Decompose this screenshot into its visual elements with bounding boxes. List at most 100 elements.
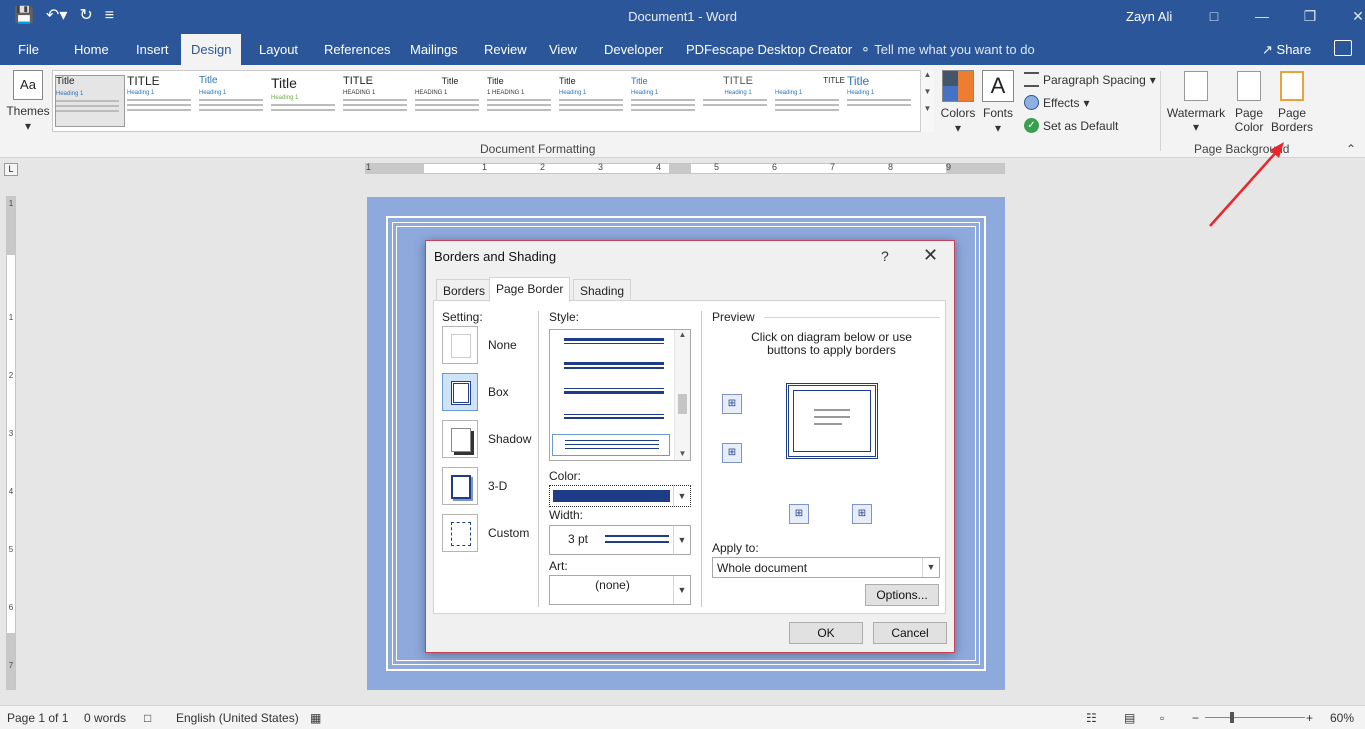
tab-selector[interactable]: L [4,163,18,176]
setting-label: Setting: [442,310,483,324]
scroll-thumb[interactable] [678,394,687,414]
zoom-slider-thumb[interactable] [1230,712,1234,723]
art-dropdown[interactable]: (none) ▼ [549,575,691,605]
ok-button[interactable]: OK [789,622,863,644]
zoom-level[interactable]: 60% [1330,711,1354,725]
horizontal-ruler[interactable]: 1 1 2 3 4 5 6 7 8 9 [365,162,1005,174]
style-option[interactable] [564,362,664,369]
chevron-up-icon[interactable]: ▲ [921,70,934,79]
bottom-border-button[interactable]: ⊞ [722,443,742,463]
collapse-ribbon-icon[interactable]: ⌃ [1346,142,1356,156]
comments-icon[interactable] [1334,40,1352,56]
print-layout-icon[interactable]: ▤ [1124,711,1135,725]
options-button[interactable]: Options... [865,584,939,606]
vertical-ruler[interactable]: 1 1 2 3 4 5 6 7 [6,196,16,690]
style-set-item[interactable]: Title HEADING 1 [415,75,485,127]
chevron-down-icon[interactable]: ▼ [922,558,939,577]
zoom-in-icon[interactable]: + [1306,711,1313,725]
themes-button[interactable]: Aa Themes ▾ [6,70,50,134]
minimize-icon[interactable]: — [1238,0,1286,32]
gallery-scrollbar[interactable]: ▲ ▼ ▼ [920,70,934,132]
style-set-item[interactable]: Title Heading 1 [631,75,701,127]
tab-mailings[interactable]: Mailings [400,34,468,65]
zoom-slider[interactable] [1205,712,1305,723]
share-button[interactable]: ↗ Share [1262,34,1311,65]
preview-diagram[interactable] [786,383,878,459]
watermark-button[interactable]: Watermark ▾ [1166,71,1226,134]
tab-view[interactable]: View [539,34,587,65]
read-mode-icon[interactable]: ☷ [1086,711,1097,725]
chevron-down-icon[interactable]: ▼ [673,576,690,604]
chevron-down-icon[interactable]: ▼ [921,87,934,96]
cancel-button[interactable]: Cancel [873,622,947,644]
tab-pdfescape[interactable]: PDFescape Desktop Creator [676,34,862,65]
tab-insert[interactable]: Insert [126,34,179,65]
tab-file[interactable]: File [8,34,49,65]
web-layout-icon[interactable]: ▫ [1160,711,1164,725]
style-set-item[interactable]: Title Heading 1 [847,75,917,127]
chevron-down-icon[interactable]: ▼ [675,449,690,458]
tell-me-box[interactable]: ⚬ Tell me what you want to do [860,34,1035,65]
setting-none[interactable]: None [442,326,517,364]
restore-icon[interactable]: ❐ [1286,0,1334,32]
style-option[interactable] [564,388,664,394]
paragraph-spacing-button[interactable]: Paragraph Spacing ▾ [1024,72,1156,87]
style-listbox[interactable]: ▲ ▼ [549,329,691,461]
setting-box[interactable]: Box [442,373,509,411]
macro-icon[interactable]: ▦ [310,711,321,725]
close-icon[interactable]: ✕ [923,245,938,266]
tab-borders[interactable]: Borders [436,279,493,301]
tab-design[interactable]: Design [181,34,241,65]
user-name[interactable]: Zayn Ali [1126,9,1172,24]
color-dropdown[interactable]: ▼ [549,485,691,507]
page-color-button[interactable]: Page Color [1228,71,1270,134]
proofing-icon[interactable]: □ [144,711,151,725]
language[interactable]: English (United States) [176,711,299,725]
style-set-item[interactable]: Title 1 HEADING 1 [487,75,557,127]
style-set-item[interactable]: TITLE Heading 1 [703,75,773,127]
colors-button[interactable]: Colors ▾ [940,70,976,136]
page-borders-button[interactable]: Page Borders [1270,71,1314,134]
ruler-number: 7 [8,661,14,670]
right-border-button[interactable]: ⊞ [852,504,872,524]
chevron-up-icon[interactable]: ▲ [675,330,690,339]
setting-3d[interactable]: 3-D [442,467,507,505]
tab-home[interactable]: Home [64,34,119,65]
style-set-item[interactable]: Title Heading 1 [271,75,341,127]
word-count[interactable]: 0 words [84,711,126,725]
tab-shading[interactable]: Shading [573,279,632,301]
zoom-out-icon[interactable]: − [1192,711,1199,725]
tab-layout[interactable]: Layout [249,34,308,65]
effects-button[interactable]: Effects ▾ [1024,95,1090,110]
width-dropdown[interactable]: 3 pt ▼ [549,525,691,555]
left-border-button[interactable]: ⊞ [789,504,809,524]
style-set-item[interactable]: Title Heading 1 [559,75,629,127]
close-window-icon[interactable]: ✕ [1334,0,1365,32]
gallery-more-icon[interactable]: ▼ [921,104,934,113]
style-option-selected[interactable] [552,434,670,456]
fonts-button[interactable]: A Fonts ▾ [980,70,1016,136]
tab-review[interactable]: Review [474,34,537,65]
style-set-title: Title [559,76,576,86]
page-count[interactable]: Page 1 of 1 [7,711,68,725]
ribbon-display-icon[interactable]: □ [1190,0,1238,32]
style-set-item[interactable]: Title Heading 1 [55,75,125,127]
setting-shadow[interactable]: Shadow [442,420,531,458]
top-border-button[interactable]: ⊞ [722,394,742,414]
set-as-default-button[interactable]: ✓ Set as Default [1024,118,1118,133]
tab-page-border[interactable]: Page Border [489,277,571,302]
style-scrollbar[interactable]: ▲ ▼ [674,330,690,460]
style-option[interactable] [564,414,664,419]
chevron-down-icon[interactable]: ▼ [673,486,690,506]
tab-developer[interactable]: Developer [594,34,673,65]
style-set-item[interactable]: Title Heading 1 [199,75,269,127]
chevron-down-icon[interactable]: ▼ [673,526,690,554]
style-set-item[interactable]: TITLE HEADING 1 [343,75,413,127]
apply-to-dropdown[interactable]: Whole document ▼ [712,557,940,578]
help-icon[interactable]: ? [881,248,889,264]
style-set-item[interactable]: TITLE Heading 1 [775,75,845,127]
setting-custom[interactable]: Custom [442,514,529,552]
tab-references[interactable]: References [314,34,400,65]
style-set-item[interactable]: TITLE Heading 1 [127,75,197,127]
style-option[interactable] [564,338,664,344]
